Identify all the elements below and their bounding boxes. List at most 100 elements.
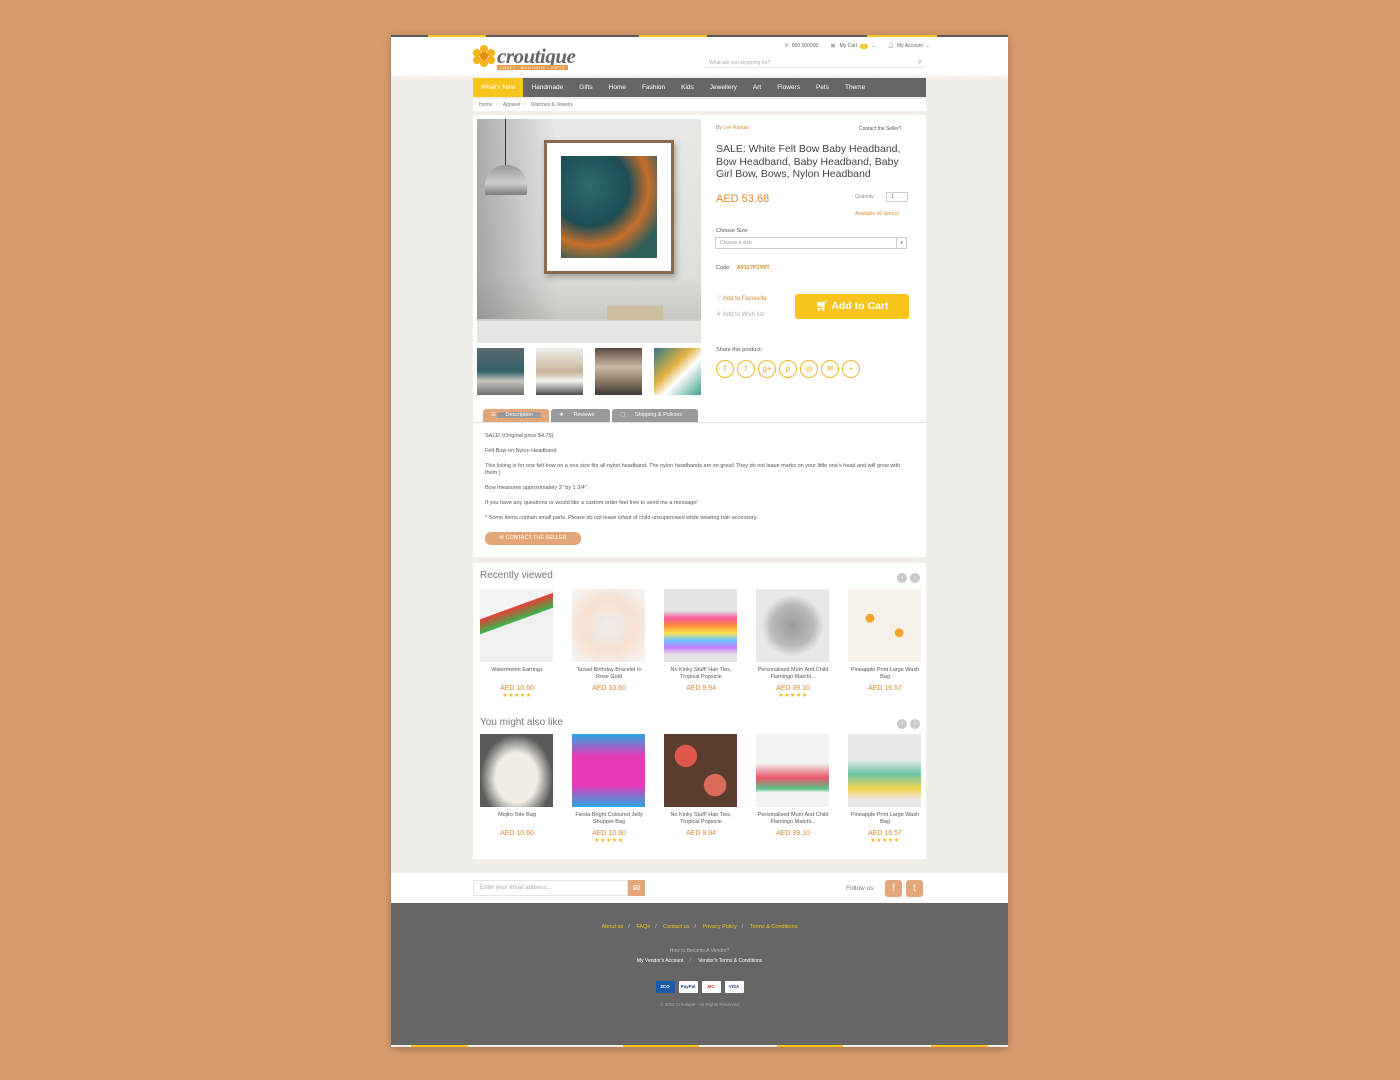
- email-field[interactable]: Enter your email address...: [473, 880, 628, 896]
- user-icon: 👤︎: [887, 43, 894, 49]
- star-rating: [664, 692, 738, 700]
- vendor-account-link[interactable]: My Vendor's Account: [637, 958, 684, 964]
- product-image[interactable]: [480, 734, 553, 807]
- product-tile[interactable]: Watermelon Earrings AED 10.60 ★★★★★: [480, 589, 554, 700]
- product-tile[interactable]: Personalised Mum And Child Flamingo Matc…: [756, 734, 830, 845]
- nav-item-theme[interactable]: Theme: [837, 78, 873, 97]
- tab-description[interactable]: ☰ Description: [483, 409, 549, 422]
- product-tile[interactable]: Mojito Tote Bag AED 10.60: [480, 734, 554, 845]
- cart-link[interactable]: 🛒︎ My Cart 0 ⌄: [830, 43, 875, 49]
- logo-name: croutique: [497, 44, 576, 68]
- product-tile[interactable]: Fiesta Bright Coloured Jelly Shopper Bag…: [572, 734, 646, 845]
- vendor-links: My Vendor's Account / Vendor's Terms & Co…: [636, 958, 763, 964]
- nav-item-handmade[interactable]: Handmade: [523, 78, 571, 97]
- product-main-image[interactable]: [477, 119, 701, 343]
- product-tile[interactable]: Pineapple Print Large Wash Bag AED 16.57 ★…: [848, 734, 922, 845]
- product-tile[interactable]: No Kinky Stuff! Hair Ties, Tropical Pops…: [664, 734, 738, 845]
- add-to-cart-button[interactable]: 🛒︎ Add to Cart: [795, 294, 909, 319]
- email-submit-button[interactable]: ✉: [628, 880, 645, 896]
- account-label: My Account: [896, 43, 923, 49]
- add-favourite-link[interactable]: ♡ Add to Favourite: [716, 295, 767, 302]
- site-header: croutique CRAFT · BOUTIQUE · GIFTS ✆ 800 …: [391, 37, 1008, 77]
- nav-item-whats-new[interactable]: What's New: [473, 78, 524, 97]
- tab-shipping[interactable]: ▢ Shipping & Policies: [612, 409, 699, 422]
- product-tile[interactable]: Pineapple Print Large Wash Bag AED 16.57: [848, 589, 922, 700]
- product-image[interactable]: [848, 734, 921, 807]
- facebook-icon[interactable]: f: [885, 880, 902, 897]
- nav-item-home[interactable]: Home: [601, 78, 634, 97]
- pinterest-icon[interactable]: p: [779, 360, 797, 378]
- product-image[interactable]: [480, 589, 553, 662]
- contact-seller-link[interactable]: Contact the Seller?: [859, 126, 902, 132]
- breadcrumb-current[interactable]: Watches & Jewelry: [531, 102, 573, 108]
- product-image[interactable]: [756, 589, 829, 662]
- nav-item-pets[interactable]: Pets: [808, 78, 837, 97]
- chevron-left-icon[interactable]: ‹: [897, 719, 907, 729]
- footer-link-contact[interactable]: Contact us: [663, 924, 689, 930]
- phone-link[interactable]: ✆ 800 000000: [785, 43, 819, 49]
- product-tile[interactable]: Personalised Mum And Child Flamingo Matc…: [756, 589, 830, 700]
- footer-link-faqs[interactable]: FAQs: [636, 924, 650, 930]
- product-image[interactable]: [848, 589, 921, 662]
- product-image[interactable]: [572, 734, 645, 807]
- bottom-accent: [623, 1045, 699, 1047]
- logo[interactable]: croutique CRAFT · BOUTIQUE · GIFTS: [473, 43, 576, 70]
- seller-line: By Lee Raman: [716, 125, 750, 131]
- quantity-stepper[interactable]: 1: [886, 192, 908, 202]
- search-icon[interactable]: ⚲: [918, 58, 922, 68]
- chevron-right-icon[interactable]: ›: [910, 719, 920, 729]
- thumbnail-4[interactable]: [654, 348, 701, 395]
- nav-item-art[interactable]: Art: [745, 78, 769, 97]
- add-wishlist-link[interactable]: ⚘ Add to Wish list: [716, 311, 764, 318]
- chevron-down-icon: ▾: [896, 238, 906, 248]
- flower-icon: [473, 45, 495, 67]
- thumbnail-1[interactable]: [477, 348, 524, 395]
- phone-number: 800 000000: [791, 43, 819, 49]
- chevron-right-icon[interactable]: ›: [910, 573, 920, 583]
- product-image[interactable]: [664, 734, 737, 807]
- twitter-icon[interactable]: t: [737, 360, 755, 378]
- thumbnail-3[interactable]: [595, 348, 642, 395]
- seller-link[interactable]: Lee Raman: [723, 125, 749, 131]
- search-input[interactable]: What are you shopping for? ⚲: [706, 58, 924, 68]
- utility-bar: ✆ 800 000000 🛒︎ My Cart 0 ⌄ 👤︎ My Account ⌄: [785, 43, 930, 49]
- instagram-icon[interactable]: ◎: [800, 360, 818, 378]
- footer-link-privacy[interactable]: Privacy Policy: [703, 924, 737, 930]
- star-rating: [572, 692, 646, 700]
- nav-item-gifts[interactable]: Gifts: [571, 78, 600, 97]
- breadcrumb-home[interactable]: Home: [479, 102, 492, 108]
- thumbnail-2[interactable]: [536, 348, 583, 395]
- tab-reviews[interactable]: ★ Reviews: [551, 409, 611, 422]
- product-tile[interactable]: Tassel Birthday Bracelet In Rose Gold AED…: [572, 589, 646, 700]
- account-link[interactable]: 👤︎ My Account ⌄: [888, 43, 930, 49]
- size-select[interactable]: Choose a size ▾: [715, 237, 907, 249]
- share-icons: f t g+ p ◎ ✉ +: [716, 360, 860, 378]
- facebook-icon[interactable]: f: [716, 360, 734, 378]
- nav-item-fashion[interactable]: Fashion: [634, 78, 673, 97]
- nav-item-flowers[interactable]: Flowers: [769, 78, 808, 97]
- plus-icon[interactable]: +: [842, 360, 860, 378]
- chevron-left-icon[interactable]: ‹: [897, 573, 907, 583]
- nav-item-jewellery[interactable]: Jewellery: [702, 78, 745, 97]
- product-card: By Lee Raman Contact the Seller? SALE: W…: [473, 115, 926, 557]
- product-tile[interactable]: No Kinky Stuff! Hair Ties, Tropical Pops…: [664, 589, 738, 700]
- footer-link-about[interactable]: About us: [602, 924, 624, 930]
- vendor-prompt[interactable]: How to Become A Vendor?: [391, 948, 1008, 954]
- twitter-icon[interactable]: t: [906, 880, 923, 897]
- breadcrumb: Home / Apparel / Watches & Jewelry: [473, 99, 926, 111]
- description-text: SALE! (Original price $4.75) Felt Bow on…: [485, 433, 911, 530]
- breadcrumb-apparel[interactable]: Apparel: [503, 102, 520, 108]
- share-label: Share this product:: [716, 347, 763, 353]
- nav-item-kids[interactable]: Kids: [673, 78, 702, 97]
- product-image[interactable]: [756, 734, 829, 807]
- google-plus-icon[interactable]: g+: [758, 360, 776, 378]
- product-image[interactable]: [664, 589, 737, 662]
- contact-seller-button[interactable]: ✉ CONTACT THE SELLER: [485, 532, 581, 545]
- product-image[interactable]: [572, 589, 645, 662]
- star-rating: ★★★★★: [870, 838, 900, 844]
- phone-icon: ✆: [784, 43, 789, 49]
- footer-link-terms[interactable]: Terms & Conditions: [750, 924, 798, 930]
- vendor-terms-link[interactable]: Vendor's Terms & Conditions: [698, 958, 762, 964]
- email-icon[interactable]: ✉: [821, 360, 839, 378]
- recommendations-panel: Recently viewed ‹ › Watermelon Earrings A…: [473, 563, 926, 859]
